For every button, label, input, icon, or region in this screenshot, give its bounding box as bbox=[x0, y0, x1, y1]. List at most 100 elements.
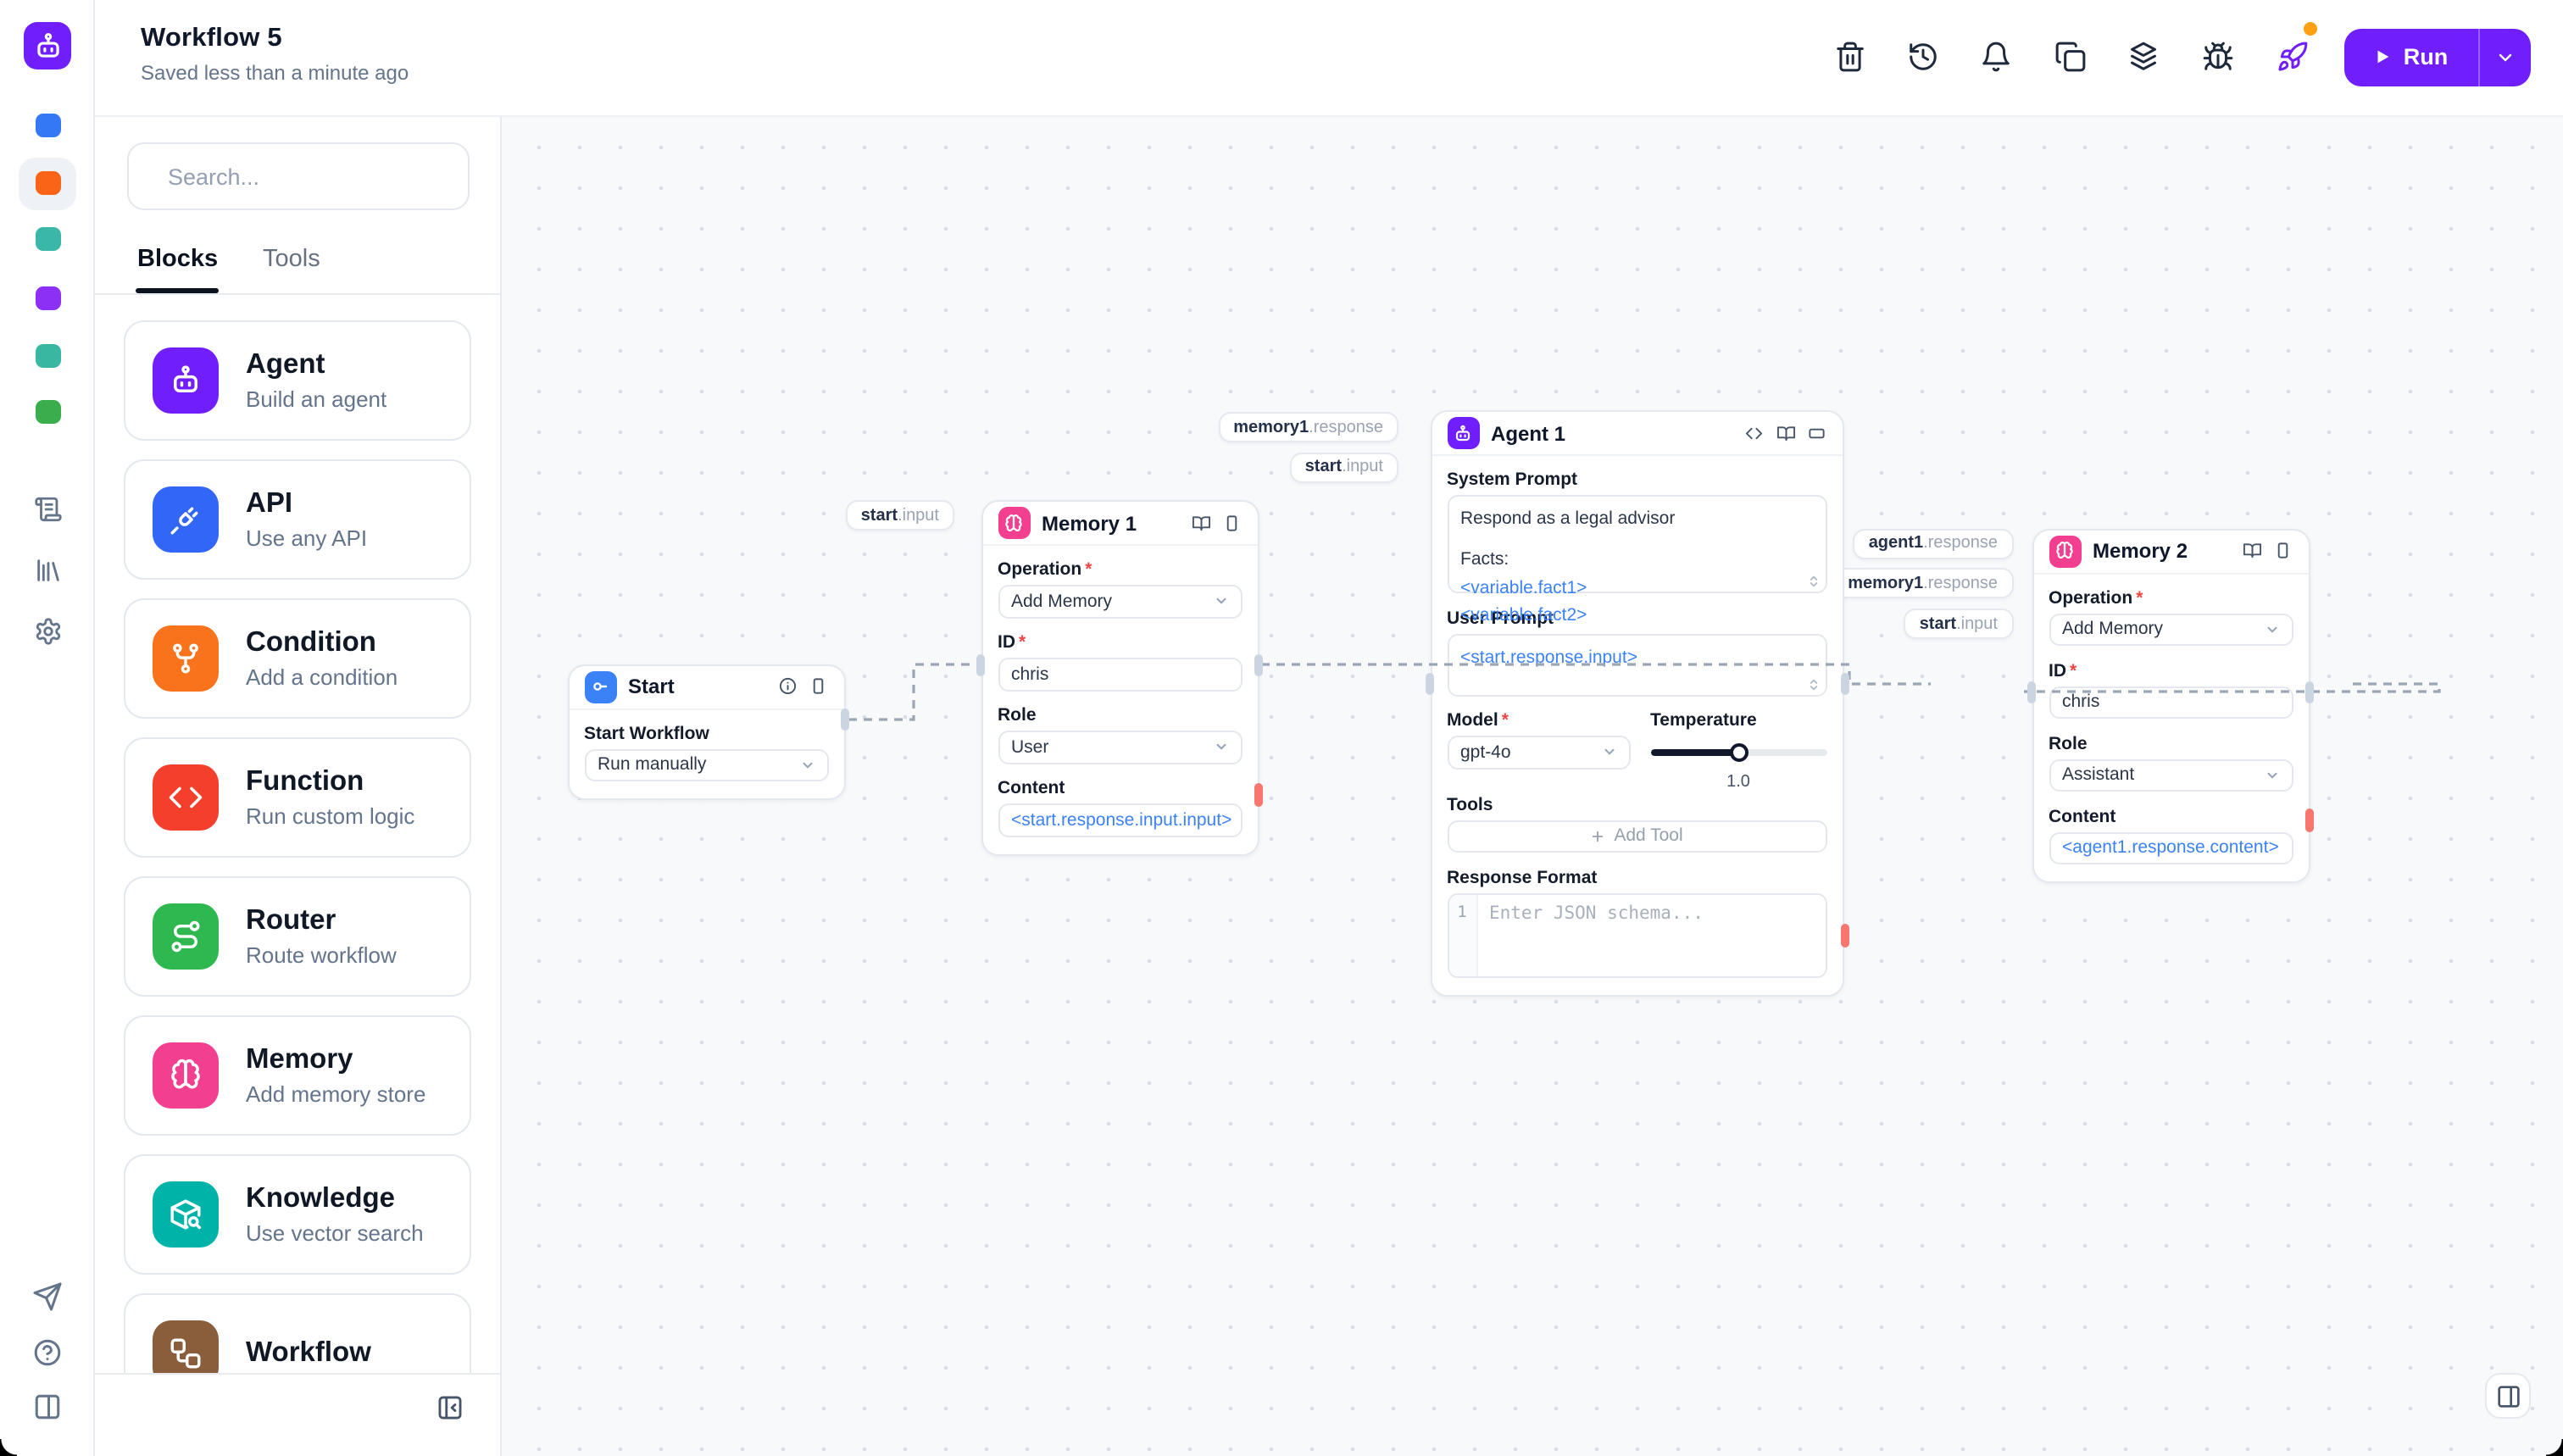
sidebar-item-workspace-teal-2[interactable] bbox=[36, 344, 61, 368]
dock-panel-icon[interactable] bbox=[1222, 514, 1242, 533]
dock-panel-icon[interactable] bbox=[809, 677, 828, 697]
id-input[interactable]: chris bbox=[2049, 686, 2293, 719]
content-input[interactable]: <agent1.response.content> bbox=[2049, 831, 2293, 864]
sidebar-item-workspace-teal[interactable] bbox=[36, 227, 61, 251]
sidebar-item-workspace-purple[interactable] bbox=[36, 286, 61, 310]
output-tag-start-input[interactable]: start.input bbox=[1904, 609, 2013, 639]
run-options-caret[interactable] bbox=[2479, 28, 2530, 86]
run-button-main[interactable]: Run bbox=[2343, 28, 2477, 86]
port-agent1-input[interactable] bbox=[1426, 673, 1434, 695]
app-logo-icon[interactable] bbox=[24, 22, 71, 69]
tab-blocks[interactable]: Blocks bbox=[137, 246, 218, 273]
node-memory1[interactable]: Memory 1 Operation * Add Memory ID * chris… bbox=[981, 500, 1259, 855]
block-card-function[interactable]: Function Run custom logic bbox=[124, 736, 471, 857]
block-card-condition[interactable]: Condition Add a condition bbox=[124, 597, 471, 718]
field-label: Start Workflow bbox=[584, 723, 709, 743]
docs-book-icon[interactable] bbox=[1191, 514, 1210, 533]
output-tag-start-input[interactable]: start.input bbox=[845, 500, 954, 531]
workflow-canvas[interactable]: start.input memory1.response start.input… bbox=[502, 117, 2563, 1456]
layers-icon[interactable] bbox=[2127, 41, 2160, 73]
notifications-bell-icon[interactable] bbox=[1980, 41, 2012, 73]
logs-scroll-icon[interactable] bbox=[32, 493, 63, 524]
info-icon[interactable] bbox=[777, 677, 797, 697]
toggle-panel-icon[interactable] bbox=[32, 1392, 63, 1422]
role-select[interactable]: User bbox=[998, 731, 1242, 764]
resize-handle-icon[interactable] bbox=[1806, 677, 1820, 691]
block-title: Memory bbox=[246, 1044, 353, 1075]
content-input[interactable]: <start.response.input.input> bbox=[998, 803, 1242, 836]
block-card-agent[interactable]: Agent Build an agent bbox=[124, 320, 471, 440]
block-title: Knowledge bbox=[246, 1183, 396, 1214]
resize-handle-icon[interactable] bbox=[1806, 575, 1820, 588]
search-box[interactable] bbox=[127, 142, 471, 210]
port-memory1-error[interactable] bbox=[1254, 783, 1263, 807]
open-right-panel-button[interactable] bbox=[2485, 1373, 2531, 1419]
output-tag-start-input[interactable]: start.input bbox=[1289, 452, 1398, 482]
node-start-header[interactable]: Start bbox=[569, 665, 843, 709]
output-tag-memory1-response[interactable]: memory1.response bbox=[1218, 412, 1398, 442]
code-icon[interactable] bbox=[1744, 424, 1764, 443]
run-button-label: Run bbox=[2403, 44, 2449, 70]
role-select[interactable]: Assistant bbox=[2049, 759, 2293, 792]
panel-right-icon bbox=[2497, 1385, 2519, 1407]
block-card-router[interactable]: Router Route workflow bbox=[124, 875, 471, 996]
system-prompt-textarea[interactable]: Respond as a legal advisor Facts: <varia… bbox=[1447, 495, 1826, 625]
slider-knob[interactable] bbox=[1729, 742, 1748, 762]
history-icon[interactable] bbox=[1907, 41, 1939, 73]
port-agent1-output[interactable] bbox=[1840, 673, 1849, 695]
deploy-rocket-icon[interactable] bbox=[2277, 41, 2309, 73]
sidebar-item-workspace-green[interactable] bbox=[36, 399, 61, 423]
start-workflow-select[interactable]: Run manually bbox=[584, 748, 828, 781]
model-select[interactable]: gpt-4o bbox=[1447, 736, 1630, 769]
port-memory2-output[interactable] bbox=[2305, 681, 2314, 703]
docs-book-icon[interactable] bbox=[2242, 542, 2261, 561]
port-agent1-error[interactable] bbox=[1840, 924, 1849, 948]
node-title: Start bbox=[628, 675, 675, 698]
block-title: Condition bbox=[246, 627, 376, 659]
docs-book-icon[interactable] bbox=[1776, 424, 1795, 443]
collapse-sidebar-button[interactable] bbox=[427, 1385, 473, 1431]
field-label: Tools bbox=[1447, 794, 1493, 814]
node-agent1[interactable]: Agent 1 System Prompt Respond as a legal… bbox=[1430, 410, 1843, 996]
output-tag-agent1-response[interactable]: agent1.response bbox=[1853, 528, 2013, 559]
node-agent1-header[interactable]: Agent 1 bbox=[1432, 412, 1842, 456]
add-tool-button[interactable]: Add Tool bbox=[1447, 820, 1826, 853]
tab-tools[interactable]: Tools bbox=[263, 246, 320, 273]
debug-bug-icon[interactable] bbox=[2202, 41, 2234, 73]
block-card-workflow[interactable]: Workflow bbox=[124, 1292, 471, 1374]
operation-select[interactable]: Add Memory bbox=[998, 585, 1242, 618]
help-icon[interactable] bbox=[32, 1337, 63, 1368]
block-title: API bbox=[246, 488, 293, 520]
port-start-output[interactable] bbox=[841, 709, 849, 731]
block-card-memory[interactable]: Memory Add memory store bbox=[124, 1014, 471, 1135]
run-button[interactable]: Run bbox=[2343, 28, 2530, 86]
id-input[interactable]: chris bbox=[998, 658, 1242, 691]
block-title: Agent bbox=[246, 349, 325, 381]
node-memory2[interactable]: Memory 2 Operation * Add Memory ID * chris… bbox=[2032, 528, 2310, 883]
settings-gear-icon[interactable] bbox=[32, 615, 63, 646]
block-title: Workflow bbox=[246, 1337, 371, 1368]
node-start[interactable]: Start Start Workflow Run manually bbox=[567, 664, 845, 800]
output-tag-memory1-response[interactable]: memory1.response bbox=[1832, 568, 2013, 598]
library-icon[interactable] bbox=[32, 554, 63, 585]
duplicate-copy-icon[interactable] bbox=[2054, 41, 2087, 73]
block-card-knowledge[interactable]: Knowledge Use vector search bbox=[124, 1153, 471, 1274]
node-memory2-header[interactable]: Memory 2 bbox=[2033, 530, 2308, 574]
trash-icon[interactable] bbox=[1834, 41, 1866, 73]
temperature-slider[interactable] bbox=[1650, 736, 1826, 769]
port-memory1-output[interactable] bbox=[1254, 653, 1263, 675]
sidebar-item-workspace-orange[interactable] bbox=[36, 170, 61, 194]
expand-panel-icon[interactable] bbox=[1807, 424, 1826, 443]
block-card-api[interactable]: API Use any API bbox=[124, 458, 471, 579]
node-memory1-header[interactable]: Memory 1 bbox=[982, 502, 1257, 546]
port-memory2-input[interactable] bbox=[2027, 681, 2036, 703]
dock-panel-icon[interactable] bbox=[2273, 542, 2293, 561]
sidebar-item-workspace-blue[interactable] bbox=[36, 114, 61, 137]
send-icon[interactable] bbox=[32, 1281, 63, 1312]
search-input[interactable] bbox=[164, 162, 471, 191]
port-memory2-error[interactable] bbox=[2305, 809, 2314, 832]
response-format-editor[interactable]: 1 Enter JSON schema... bbox=[1447, 892, 1826, 977]
operation-select[interactable]: Add Memory bbox=[2049, 613, 2293, 646]
user-prompt-textarea[interactable]: <start.response.input> bbox=[1447, 633, 1826, 696]
port-memory1-input[interactable] bbox=[976, 653, 985, 675]
